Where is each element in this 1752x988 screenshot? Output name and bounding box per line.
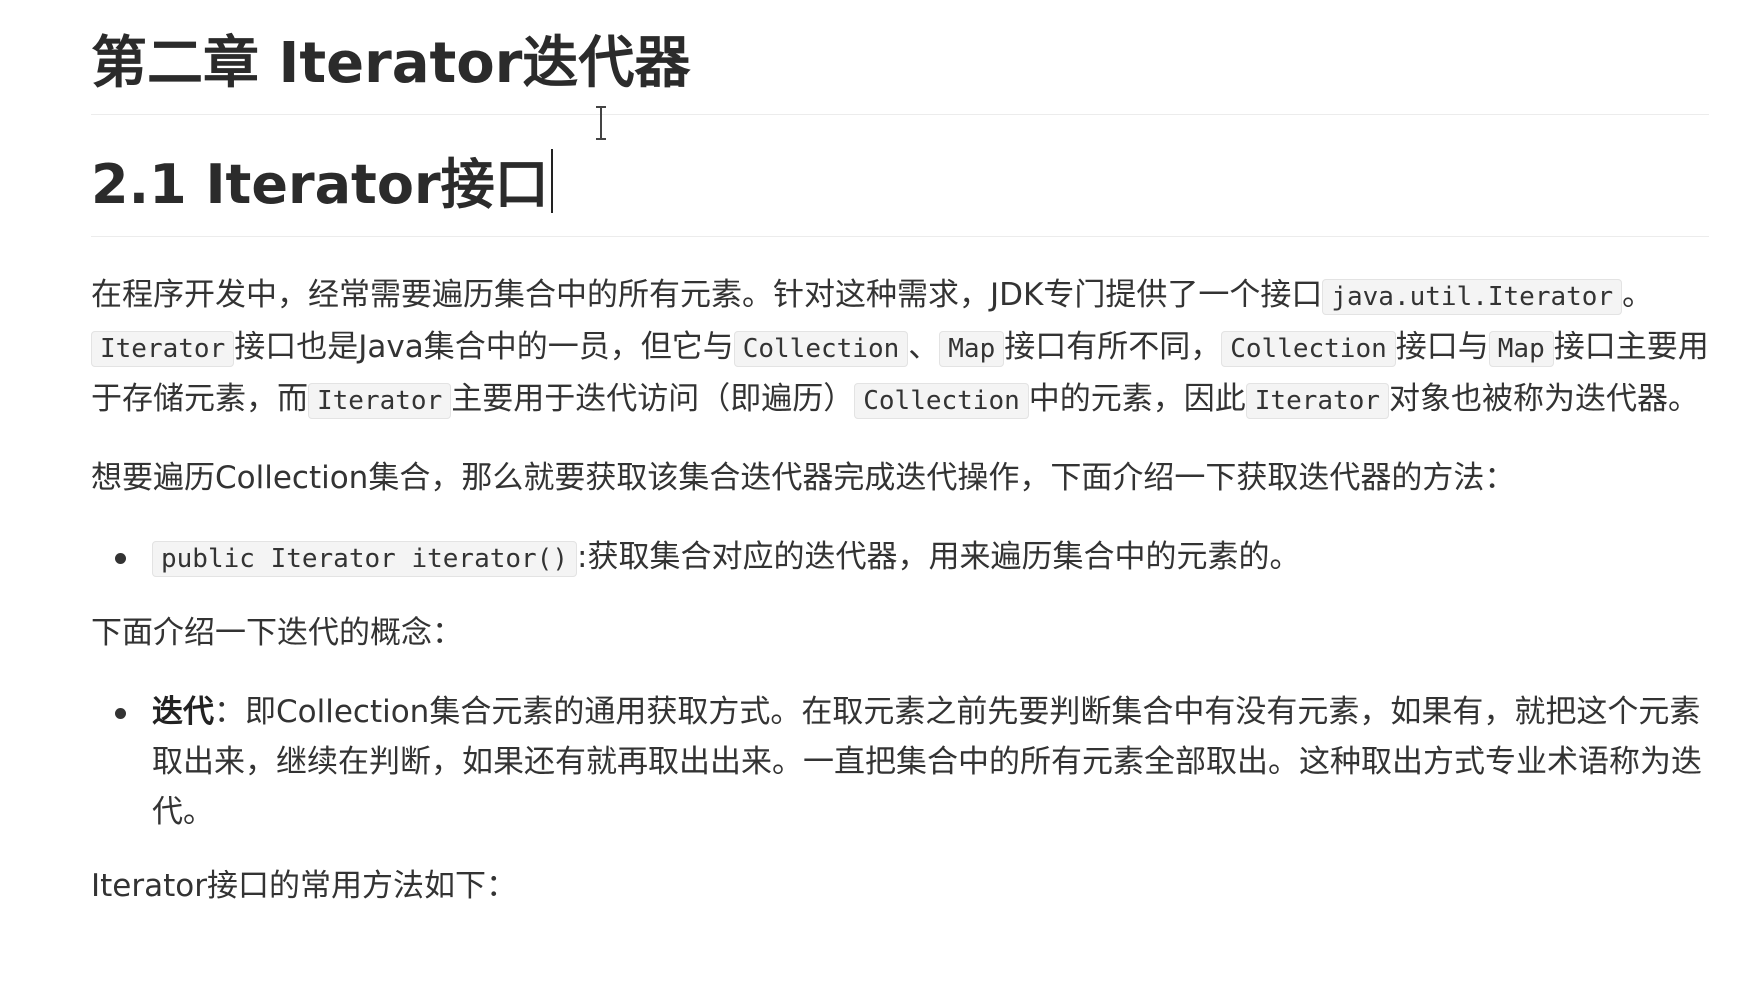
list-item: 迭代：即Collection集合元素的通用获取方式。在取元素之前先要判断集合中有… [91,687,1709,837]
code-collection: Collection [1221,331,1396,367]
concept-list: 迭代：即Collection集合元素的通用获取方式。在取元素之前先要判断集合中有… [91,687,1709,837]
chapter-heading: 第二章 Iterator迭代器 [91,0,1709,115]
code-map: Map [1488,331,1554,367]
methods-intro-paragraph: Iterator接口的常用方法如下： [91,868,517,904]
bullet-icon [115,708,126,719]
text-caret [550,149,553,213]
intro-text-8: 主要用于迭代访问（即遍历） [451,381,855,417]
list-item: public Iterator iterator():获取集合对应的迭代器，用来… [91,532,1709,584]
concept-intro-paragraph: 下面介绍一下迭代的概念： [91,615,463,651]
bullet-icon [115,553,126,564]
chapter-title: 第二章 Iterator迭代器 [91,31,691,96]
intro-text-1: 在程序开发中，经常需要遍历集合中的所有元素。针对这种需求，JDK专门提供了一个接… [91,277,1323,313]
code-collection: Collection [733,331,909,367]
intro-text-3: 接口也是Java集合中的一员，但它与 [234,329,734,365]
intro-text-6: 接口与 [1395,329,1489,365]
code-iterator: Iterator [1245,383,1390,419]
method-list: public Iterator iterator():获取集合对应的迭代器，用来… [91,532,1709,584]
document: 第二章 Iterator迭代器 2.1 Iterator接口 在程序开发中，经常… [91,0,1709,911]
method-description: :获取集合对应的迭代器，用来遍历集合中的元素的。 [577,539,1301,575]
code-java-util-iterator: java.util.Iterator [1322,279,1623,315]
concept-term: 迭代 [152,694,214,730]
section-title: 2.1 Iterator接口 [91,153,549,216]
code-iterator: Iterator [91,331,235,367]
code-iterator: Iterator [308,383,452,419]
intro-text-10: 对象也被称为迭代器。 [1389,381,1700,417]
intro-paragraph: 在程序开发中，经常需要遍历集合中的所有元素。针对这种需求，JDK专门提供了一个接… [91,270,1709,426]
traverse-paragraph: 想要遍历Collection集合，那么就要获取该集合迭代器完成迭代操作，下面介绍… [91,460,1516,496]
intro-text-2: 。 [1622,277,1654,313]
intro-text-9: 中的元素，因此 [1028,381,1246,417]
code-collection: Collection [854,383,1029,419]
concept-definition: ：即Collection集合元素的通用获取方式。在取元素之前先要判断集合中有没有… [152,694,1702,830]
text-cursor-icon [596,106,606,140]
intro-text-5: 接口有所不同， [1004,329,1222,365]
code-map: Map [939,331,1005,367]
intro-text-4: 、 [908,329,940,365]
section-heading[interactable]: 2.1 Iterator接口 [91,115,1709,237]
code-iterator-method: public Iterator iterator() [152,541,577,577]
